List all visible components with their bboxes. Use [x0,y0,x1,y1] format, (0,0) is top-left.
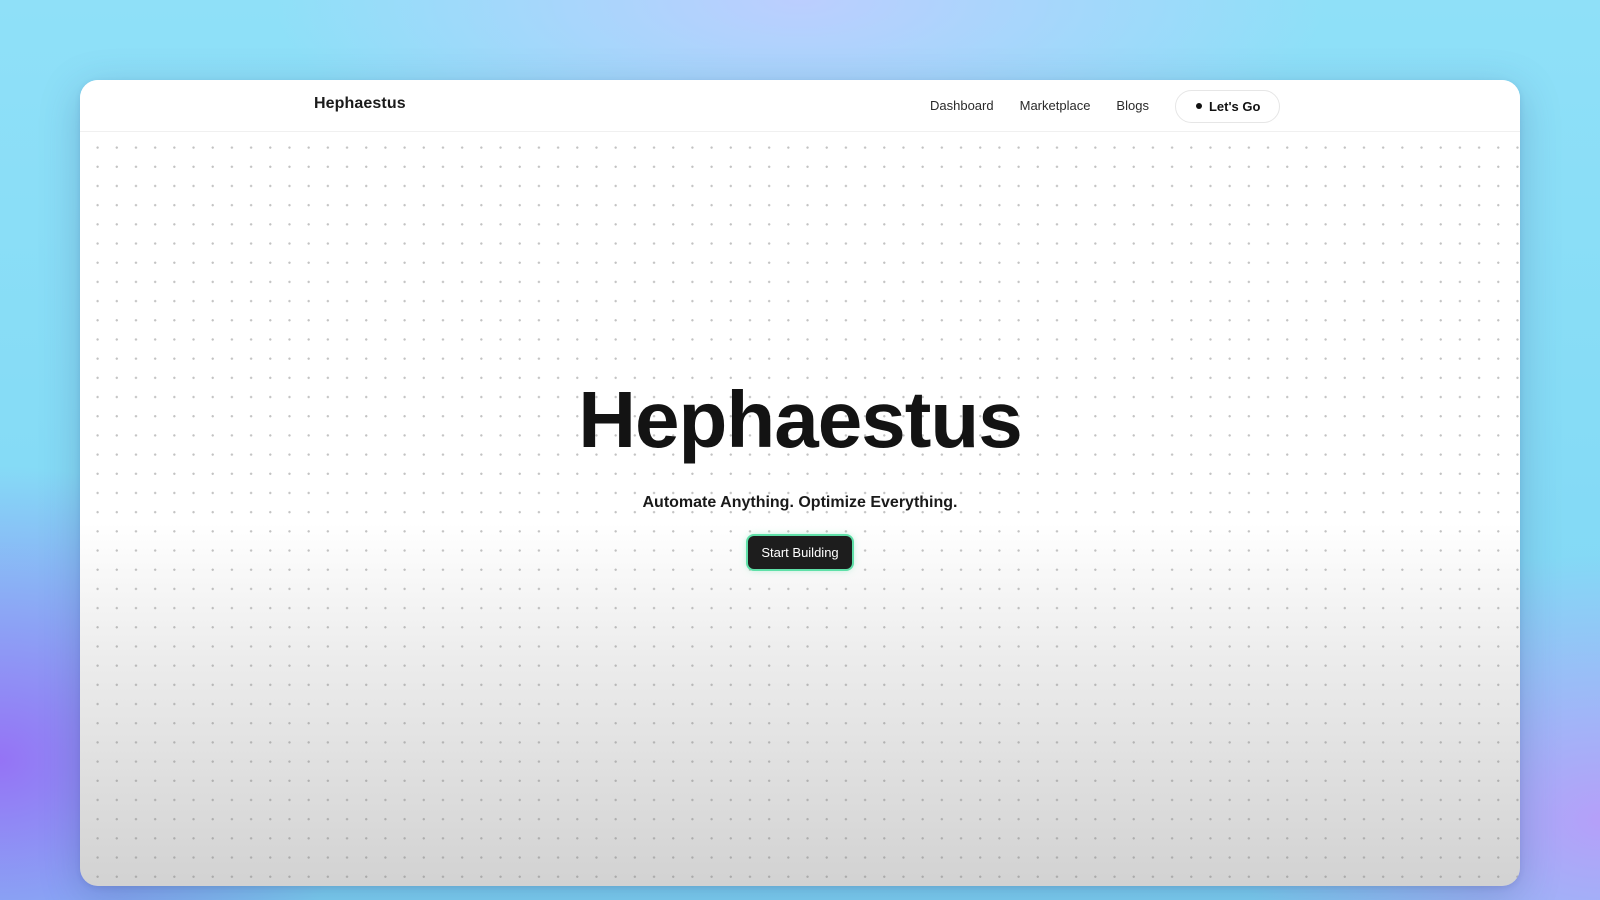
browser-window: Hephaestus Dashboard Marketplace Blogs L… [80,80,1520,886]
nav-link-marketplace[interactable]: Marketplace [1020,89,1091,123]
hero-title: Hephaestus [578,375,1022,464]
nav-link-dashboard[interactable]: Dashboard [930,89,994,123]
lets-go-button[interactable]: Let's Go [1174,89,1281,123]
nav-links: Dashboard Marketplace Blogs Let's Go [930,89,1281,123]
nav-link-blogs[interactable]: Blogs [1116,89,1149,123]
brand-logo[interactable]: Hephaestus [314,95,406,113]
hero-section: Hephaestus Automate Anything. Optimize E… [80,380,1520,569]
navbar: Hephaestus Dashboard Marketplace Blogs L… [80,80,1520,132]
dot-icon [1195,103,1202,109]
lets-go-label: Let's Go [1208,98,1261,114]
start-building-button[interactable]: Start Building [748,536,852,569]
hero-subtitle: Automate Anything. Optimize Everything. [642,494,958,511]
